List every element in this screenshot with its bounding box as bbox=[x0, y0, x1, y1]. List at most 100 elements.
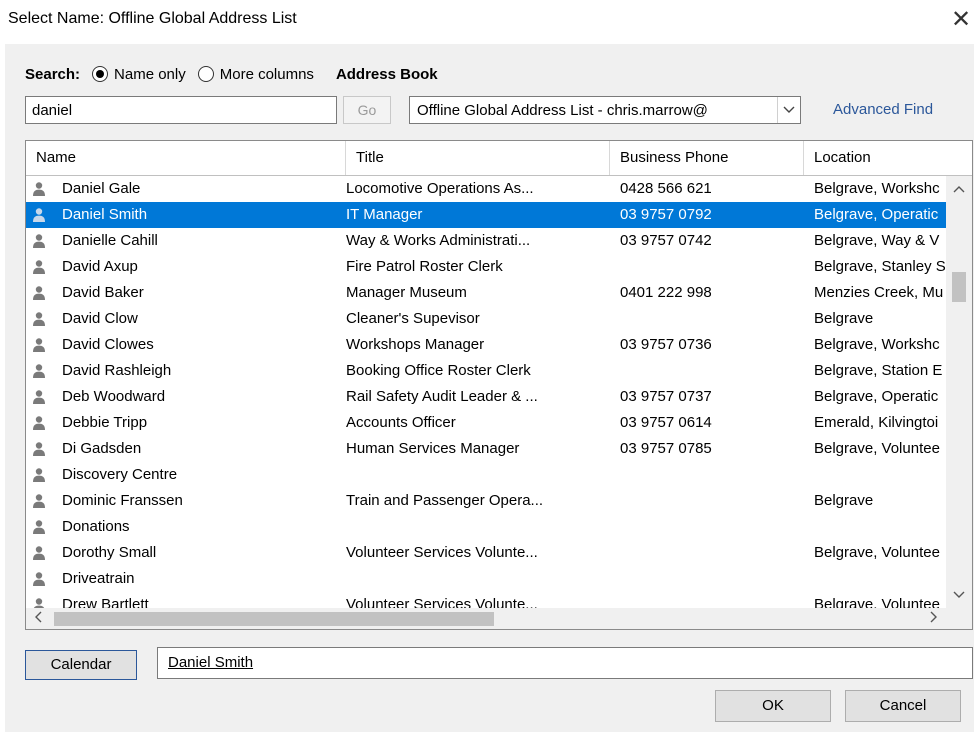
horizontal-scrollbar[interactable] bbox=[26, 608, 972, 629]
contacts-rows: Daniel Gale Locomotive Operations As... 04… bbox=[26, 176, 946, 608]
person-icon bbox=[32, 514, 48, 540]
contact-location bbox=[814, 566, 946, 592]
contact-phone bbox=[620, 592, 810, 608]
radio-name-only[interactable]: Name only bbox=[92, 66, 186, 83]
contact-title: Workshops Manager bbox=[346, 336, 485, 353]
contact-row[interactable]: Deb Woodward Rail Safety Audit Leader & .… bbox=[26, 384, 946, 410]
contact-name: Discovery Centre bbox=[62, 466, 178, 483]
column-header-title[interactable]: Title bbox=[346, 141, 610, 175]
address-book-value: Offline Global Address List - chris.marr… bbox=[417, 101, 708, 119]
contact-title: Booking Office Roster Clerk bbox=[346, 362, 531, 379]
contact-row[interactable]: Drew Bartlett Volunteer Services Volunte.… bbox=[26, 592, 946, 608]
ok-button[interactable]: OK bbox=[715, 690, 831, 722]
person-icon bbox=[32, 202, 48, 228]
contact-row[interactable]: Discovery Centre bbox=[26, 462, 946, 488]
contact-name: David Clow bbox=[62, 310, 138, 327]
contact-name: David Baker bbox=[62, 284, 144, 301]
contact-title: Cleaner's Supevisor bbox=[346, 310, 480, 327]
contact-row[interactable]: Debbie Tripp Accounts Officer 03 9757 0614… bbox=[26, 410, 946, 436]
chevron-down-icon bbox=[777, 97, 800, 123]
contact-row[interactable]: Driveatrain bbox=[26, 566, 946, 592]
column-header-row: Name Title Business Phone Location bbox=[26, 141, 972, 176]
chevron-down-icon[interactable] bbox=[946, 582, 972, 608]
contact-title: Manager Museum bbox=[346, 284, 467, 301]
chevron-up-icon[interactable] bbox=[946, 176, 972, 202]
contact-title: Volunteer Services Volunte... bbox=[346, 544, 538, 561]
column-header-location[interactable]: Location bbox=[804, 141, 972, 175]
contact-title: Accounts Officer bbox=[346, 414, 456, 431]
person-icon bbox=[32, 358, 48, 384]
contact-phone bbox=[620, 462, 810, 488]
chevron-left-icon[interactable] bbox=[26, 608, 50, 629]
contact-location: Belgrave, Voluntee bbox=[814, 596, 940, 608]
person-icon bbox=[32, 280, 48, 306]
contact-name: David Rashleigh bbox=[62, 362, 172, 379]
horizontal-scroll-thumb[interactable] bbox=[54, 612, 494, 626]
select-name-dialog: Search: Name only More columns Address B… bbox=[5, 44, 974, 732]
contact-phone bbox=[620, 540, 810, 566]
contact-phone: 03 9757 0785 bbox=[620, 440, 712, 457]
contact-row[interactable]: Di Gadsden Human Services Manager 03 9757 … bbox=[26, 436, 946, 462]
contact-name: Di Gadsden bbox=[62, 440, 142, 457]
calendar-button[interactable]: Calendar bbox=[25, 650, 137, 680]
column-header-name[interactable]: Name bbox=[26, 141, 346, 175]
contact-title: Fire Patrol Roster Clerk bbox=[346, 258, 503, 275]
person-icon bbox=[32, 436, 48, 462]
title-bar: Select Name: Offline Global Address List… bbox=[0, 0, 979, 44]
contact-row[interactable]: David Rashleigh Booking Office Roster Cle… bbox=[26, 358, 946, 384]
contact-phone: 03 9757 0742 bbox=[620, 232, 712, 249]
contact-phone: 03 9757 0614 bbox=[620, 414, 712, 431]
contact-row[interactable]: Donations bbox=[26, 514, 946, 540]
go-button[interactable]: Go bbox=[343, 96, 391, 124]
person-icon bbox=[32, 592, 48, 608]
cancel-button[interactable]: Cancel bbox=[845, 690, 961, 722]
vertical-scroll-thumb[interactable] bbox=[952, 272, 966, 302]
contact-phone: 03 9757 0792 bbox=[620, 206, 712, 223]
radio-more-columns[interactable]: More columns bbox=[197, 65, 314, 83]
calendar-field[interactable]: Daniel Smith bbox=[157, 647, 973, 679]
contact-name: Debbie Tripp bbox=[62, 414, 148, 431]
contact-row[interactable]: David Axup Fire Patrol Roster Clerk Belgra… bbox=[26, 254, 946, 280]
close-icon[interactable]: ✕ bbox=[944, 3, 978, 37]
vertical-scrollbar[interactable] bbox=[946, 176, 972, 608]
contact-title: Way & Works Administrati... bbox=[346, 232, 531, 249]
contact-location: Belgrave, Workshc bbox=[814, 336, 940, 353]
contact-location: Belgrave, Way & V bbox=[814, 232, 940, 249]
contact-title: Train and Passenger Opera... bbox=[346, 492, 544, 509]
contact-row[interactable]: Daniel Gale Locomotive Operations As... 04… bbox=[26, 176, 946, 202]
contact-row[interactable]: David Clow Cleaner's Supevisor Belgrave bbox=[26, 306, 946, 332]
contact-location bbox=[814, 514, 946, 540]
search-input[interactable] bbox=[25, 96, 337, 124]
contact-phone bbox=[620, 566, 810, 592]
contact-title bbox=[346, 462, 616, 488]
person-icon bbox=[32, 176, 48, 202]
contact-phone: 0428 566 621 bbox=[620, 180, 712, 197]
advanced-find-link[interactable]: Advanced Find bbox=[833, 101, 933, 118]
radio-checked-icon bbox=[92, 66, 109, 82]
contact-name: Dominic Franssen bbox=[62, 492, 183, 509]
contact-location: Belgrave, Workshc bbox=[814, 180, 940, 197]
contact-phone bbox=[620, 254, 810, 280]
contact-row[interactable]: Dominic Franssen Train and Passenger Oper… bbox=[26, 488, 946, 514]
contact-location: Belgrave bbox=[814, 492, 874, 509]
radio-more-columns-label: More columns bbox=[219, 65, 314, 83]
contact-location: Belgrave, Operatic bbox=[814, 206, 939, 223]
address-book-label: Address Book bbox=[335, 65, 438, 83]
contact-name: Deb Woodward bbox=[62, 388, 166, 405]
contact-row[interactable]: David Baker Manager Museum 0401 222 998 Men… bbox=[26, 280, 946, 306]
contact-row[interactable]: Dorothy Small Volunteer Services Volunte.… bbox=[26, 540, 946, 566]
column-header-business-phone[interactable]: Business Phone bbox=[610, 141, 804, 175]
contact-row[interactable]: David Clowes Workshops Manager 03 9757 073… bbox=[26, 332, 946, 358]
contact-location: Emerald, Kilvingtoi bbox=[814, 414, 939, 431]
person-icon bbox=[32, 410, 48, 436]
contact-title: Locomotive Operations As... bbox=[346, 180, 534, 197]
contact-row[interactable]: Daniel Smith IT Manager 03 9757 0792 Belgra… bbox=[26, 202, 946, 228]
contact-name: Drew Bartlett bbox=[62, 596, 149, 608]
contact-title: Human Services Manager bbox=[346, 440, 520, 457]
contact-row[interactable]: Danielle Cahill Way & Works Administrati.… bbox=[26, 228, 946, 254]
chevron-right-icon[interactable] bbox=[922, 608, 946, 629]
contact-phone: 03 9757 0737 bbox=[620, 388, 712, 405]
address-book-select[interactable]: Offline Global Address List - chris.marr… bbox=[409, 96, 801, 124]
contact-location: Belgrave, Station E bbox=[814, 362, 943, 379]
search-label: Search: bbox=[25, 65, 81, 83]
